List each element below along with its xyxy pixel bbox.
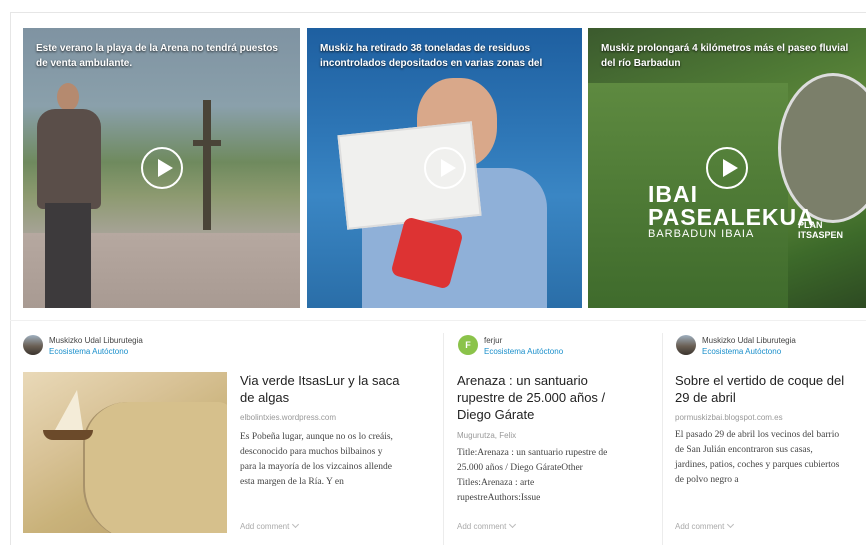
ship-illustration <box>43 390 93 445</box>
chevron-down-icon <box>509 520 517 529</box>
chevron-down-icon <box>727 520 735 529</box>
video-card-3[interactable]: IBAI PASEALEKUA BARBADUN IBAIA PLAN ITSA… <box>588 28 866 308</box>
article-excerpt: Es Pobeña lugar, aunque no os lo creáis,… <box>240 432 393 487</box>
video-title: Este verano la playa de la Arena no tend… <box>36 43 278 69</box>
chevron-down-icon <box>292 520 300 529</box>
source-name[interactable]: ferjur <box>484 336 502 345</box>
column-divider <box>662 333 663 545</box>
video-card-2[interactable]: Muskiz ha retirado 38 toneladas de resid… <box>307 28 582 308</box>
add-comment-label: Add comment <box>457 522 507 531</box>
video-1-cross <box>193 100 221 230</box>
article-thumbnail[interactable] <box>23 372 227 533</box>
source-header[interactable]: F ferjur Ecosistema Autóctono <box>458 335 648 359</box>
video-1-person <box>29 83 107 308</box>
play-icon[interactable] <box>140 147 183 189</box>
article-domain[interactable]: pormuskizbai.blogspot.com.es <box>675 413 783 422</box>
article-title[interactable]: Via verde ItsasLur y la saca de algas <box>240 372 405 406</box>
video-title: Muskiz ha retirado 38 toneladas de resid… <box>320 43 543 69</box>
video-row: Este verano la playa de la Arena no tend… <box>23 28 866 308</box>
video-title: Muskiz prolongará 4 kilómetros más el pa… <box>601 43 849 69</box>
category-link[interactable]: Ecosistema Autóctono <box>484 347 563 356</box>
article-excerpt: Title:Arenaza : un santuario rupestre de… <box>457 448 608 503</box>
source-name[interactable]: Muskizko Udal Liburutegia <box>702 336 796 345</box>
video-card-1[interactable]: Este verano la playa de la Arena no tend… <box>23 28 300 308</box>
avatar[interactable] <box>23 335 43 355</box>
source-header[interactable]: Muskizko Udal Liburutegia Ecosistema Aut… <box>676 335 861 359</box>
video-3-board-text: IBAI PASEALEKUA <box>648 183 815 229</box>
article-domain[interactable]: elbolintxies.wordpress.com <box>240 413 336 422</box>
article-author: Mugurutza, Felix <box>457 431 517 440</box>
add-comment-button[interactable]: Add comment <box>675 520 735 531</box>
article-title[interactable]: Arenaza : un santuario rupestre de 25.00… <box>457 372 637 423</box>
avatar[interactable]: F <box>458 335 478 355</box>
article-excerpt: El pasado 29 de abril los vecinos del ba… <box>675 430 840 485</box>
board-line-3: BARBADUN IBAIA <box>648 228 755 240</box>
column-divider <box>443 333 444 545</box>
article-title[interactable]: Sobre el vertido de coque del 29 de abri… <box>675 372 855 406</box>
avatar[interactable] <box>676 335 696 355</box>
add-comment-label: Add comment <box>240 522 290 531</box>
add-comment-button[interactable]: Add comment <box>240 520 300 531</box>
add-comment-label: Add comment <box>675 522 725 531</box>
play-icon[interactable] <box>706 147 748 189</box>
category-link[interactable]: Ecosistema Autóctono <box>702 347 781 356</box>
board-plan: PLAN ITSASPEN <box>798 220 844 240</box>
add-comment-button[interactable]: Add comment <box>457 520 517 531</box>
source-header[interactable]: Muskizko Udal Liburutegia Ecosistema Aut… <box>23 335 253 359</box>
board-line-2: PASEALEKUA <box>648 204 815 230</box>
source-name[interactable]: Muskizko Udal Liburutegia <box>49 336 143 345</box>
category-link[interactable]: Ecosistema Autóctono <box>49 347 128 356</box>
play-icon[interactable] <box>423 147 466 189</box>
